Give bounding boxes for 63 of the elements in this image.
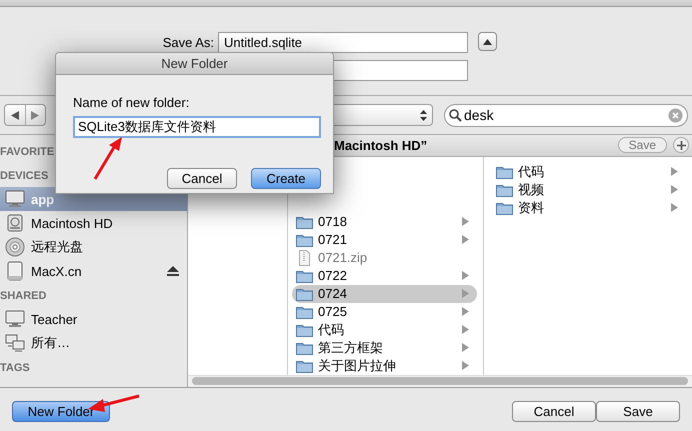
file-item[interactable]: 第三方框架 (292, 338, 477, 357)
back-forward-control[interactable] (4, 104, 46, 126)
save-as-field[interactable]: Untitled.sqlite (218, 32, 468, 53)
zip-file-icon (296, 250, 313, 266)
sidebar-item[interactable]: MacX.cn (0, 259, 187, 283)
scope-title: Macintosh HD” (334, 138, 428, 153)
collapse-button[interactable] (478, 32, 497, 51)
forward-arrow-icon (31, 110, 40, 120)
folder-icon (296, 232, 313, 247)
folder-icon (296, 358, 313, 373)
sidebar-heading: SHARED (0, 289, 46, 304)
save-as-label: Save As: (162, 35, 214, 50)
folder-name-field[interactable]: SQLite3数据库文件资料 (73, 116, 321, 138)
folder-icon (296, 304, 313, 319)
cancel-button[interactable]: Cancel (512, 400, 596, 422)
up-down-arrows-icon (420, 110, 427, 120)
file-item[interactable]: 视频 (492, 180, 686, 199)
file-item[interactable]: 0718 (292, 212, 477, 231)
search-icon (449, 108, 462, 122)
network-computers-icon (5, 334, 25, 352)
sidebar-heading: TAGS (0, 361, 30, 376)
file-item[interactable]: 0724 (292, 284, 477, 303)
scrollbar-thumb[interactable] (192, 377, 688, 386)
folder-icon (296, 214, 313, 229)
sidebar-item[interactable]: Teacher (0, 307, 187, 331)
sidebar-heading: FAVORITE (0, 145, 54, 160)
new-folder-button[interactable]: New Folder (12, 400, 110, 422)
file-item[interactable]: 代码 (292, 320, 477, 339)
folder-icon (296, 268, 313, 283)
folder-icon (496, 200, 513, 215)
folder-icon (296, 322, 313, 337)
file-item[interactable]: 0721 (292, 230, 477, 249)
folder-icon (296, 340, 313, 355)
plus-icon (676, 140, 686, 150)
file-item[interactable]: 代码 (492, 162, 686, 181)
file-item[interactable]: 0721.zip (292, 248, 477, 267)
sidebar-item[interactable]: 远程光盘 (0, 235, 187, 259)
folder-icon (296, 286, 313, 301)
monitor-icon (5, 190, 25, 208)
file-item[interactable]: 0722 (292, 266, 477, 285)
disc-icon (5, 237, 25, 257)
annotation-arrow (92, 136, 124, 182)
file-item[interactable]: 资料 (492, 198, 686, 217)
file-item[interactable]: 0725 (292, 302, 477, 321)
file-item[interactable]: 关于图片拉伸 (292, 356, 477, 375)
sidebar-item[interactable]: Macintosh HD (0, 211, 187, 235)
save-search-button[interactable]: Save (618, 137, 667, 154)
create-button[interactable]: Create (251, 168, 321, 189)
sidebar-item[interactable]: 所有… (0, 331, 187, 355)
monitor-icon (5, 310, 25, 328)
eject-icon[interactable] (167, 266, 179, 276)
folder-name-label: Name of new folder: (73, 95, 190, 110)
search-field[interactable]: desk (444, 104, 688, 126)
save-button[interactable]: Save (596, 400, 680, 422)
drive-icon (5, 261, 25, 281)
caret-icon (483, 38, 492, 44)
folder-icon (496, 164, 513, 179)
add-button[interactable] (673, 137, 689, 154)
back-arrow-icon (10, 110, 19, 120)
sidebar-heading: DEVICES (0, 169, 48, 184)
dialog-title: New Folder (56, 53, 333, 75)
folder-icon (496, 182, 513, 197)
cancel-button[interactable]: Cancel (167, 168, 237, 189)
